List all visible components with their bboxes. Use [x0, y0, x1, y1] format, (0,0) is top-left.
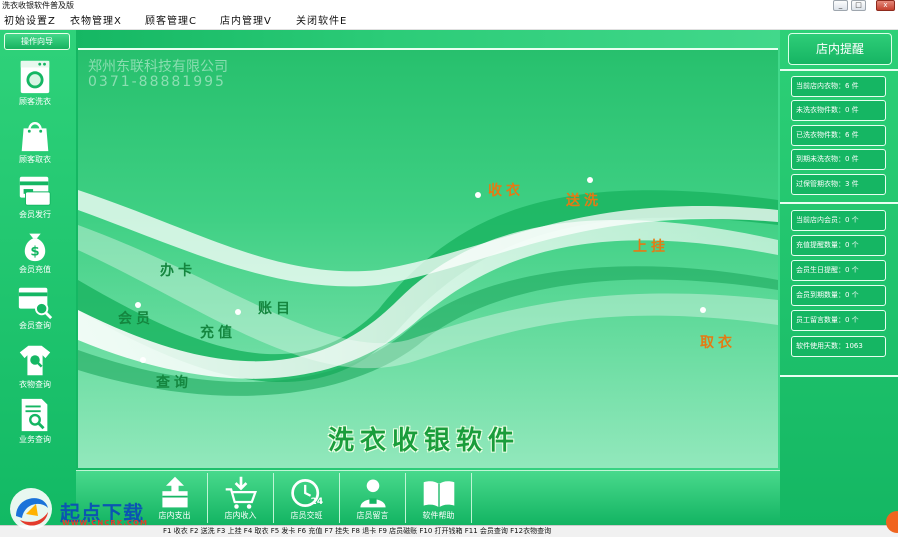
- restore-button[interactable]: □: [851, 0, 866, 11]
- stat-due-unwashed[interactable]: 到期未洗衣物：0 件: [791, 149, 886, 170]
- close-button[interactable]: x: [876, 0, 895, 11]
- clock-24-icon: 24: [290, 479, 323, 507]
- toolbar-label-staff-message: 店员留言: [356, 511, 389, 520]
- menu-customer-management[interactable]: 顾客管理C: [145, 14, 197, 29]
- panel-divider: [780, 375, 898, 377]
- wave-decoration: [78, 177, 778, 396]
- flow-label-member: 会员: [118, 311, 154, 327]
- stat-staff-messages[interactable]: 员工留言数量：0 个: [791, 310, 886, 331]
- operation-guide-button[interactable]: 操作向导: [4, 33, 70, 50]
- sidebar-item-customer-wash[interactable]: 顾客洗衣: [12, 58, 58, 110]
- flow-label-hang: 上挂: [633, 239, 669, 255]
- title-bar: 洗衣收银软件普及版 _ □ x: [0, 0, 898, 13]
- flow-label-receive: 收衣: [488, 183, 524, 199]
- minimize-button[interactable]: _: [833, 0, 848, 11]
- sidebar-item-member-issue[interactable]: 会员发行: [12, 171, 58, 223]
- main-area: 郑州东联科技有限公司 0371-88881995 办卡 会员 充值 账目 查询 …: [76, 30, 780, 470]
- toolbar-label-shift-handover: 店员交班: [290, 511, 323, 520]
- stat-washed-clothes[interactable]: 已洗衣物件数：6 件: [791, 125, 886, 146]
- panel-divider: [780, 202, 898, 204]
- stat-overdue-storage[interactable]: 过保管期衣物：3 件: [791, 174, 886, 195]
- cart-in-icon: [225, 476, 257, 509]
- toolbar-shift-handover[interactable]: 24 店员交班: [274, 473, 340, 523]
- sidebar-label-customer-pickup: 顾客取衣: [19, 155, 51, 164]
- box-out-icon: [161, 476, 188, 508]
- menu-bar: 初始设置Z 衣物管理X 顾客管理C 店内管理V 关闭软件E: [0, 13, 898, 30]
- sidebar-label-member-search: 会员查询: [19, 321, 51, 330]
- watermark-url: WWW.CNCRK.COM: [62, 519, 148, 527]
- svg-text:24: 24: [310, 497, 323, 507]
- flow-label-topup: 充值: [200, 325, 236, 341]
- shopping-bag-icon: [21, 121, 49, 152]
- menu-clothes-management[interactable]: 衣物管理X: [70, 14, 122, 29]
- company-name: 郑州东联科技有限公司: [88, 59, 228, 75]
- sidebar-item-customer-pickup[interactable]: 顾客取衣: [12, 116, 58, 168]
- washing-machine-icon: [20, 60, 50, 94]
- card-search-icon: [18, 287, 53, 320]
- menu-initial-settings[interactable]: 初始设置Z: [4, 14, 56, 29]
- sidebar-label-clothes-search: 衣物查询: [19, 380, 51, 389]
- sidebar-item-member-topup[interactable]: $ 会员充值: [12, 226, 58, 278]
- app-name-title: 洗衣收银软件: [328, 426, 521, 456]
- sidebar-label-customer-wash: 顾客洗衣: [19, 97, 51, 106]
- svg-text:$: $: [30, 244, 39, 259]
- toolbar-label-store-expense: 店内支出: [158, 511, 191, 520]
- toolbar-software-help[interactable]: 软件帮助: [406, 473, 472, 523]
- tshirt-search-icon: [19, 345, 51, 376]
- shortcut-keys: F1 收衣 F2 送洗 F3 上挂 F4 取衣 F5 发卡 F6 充值 F7 挂…: [163, 527, 552, 535]
- bottom-toolbar: 店内支出 店内收入 24 店员交班 店员留言 软件帮助: [76, 470, 780, 525]
- store-reminder-panel: 店内提醒 当前店内衣物：6 件 未洗衣物件数：0 件 已洗衣物件数：6 件 到期…: [780, 30, 898, 525]
- menu-close-software[interactable]: 关闭软件E: [296, 14, 347, 29]
- sidebar-item-member-search[interactable]: 会员查询: [12, 282, 58, 334]
- window-title: 洗衣收银软件普及版: [2, 1, 74, 10]
- money-bag-icon: $: [24, 233, 46, 262]
- sidebar-item-business-search[interactable]: 业务查询: [12, 396, 58, 448]
- flow-label-card: 办卡: [160, 263, 196, 279]
- stat-current-members[interactable]: 当前店内会员：0 个: [791, 210, 886, 231]
- sidebar-label-member-issue: 会员发行: [19, 210, 51, 219]
- toolbar-label-software-help: 软件帮助: [422, 511, 455, 520]
- menu-store-management[interactable]: 店内管理V: [220, 14, 272, 29]
- document-search-icon: [21, 398, 48, 432]
- sidebar-item-clothes-search[interactable]: 衣物查询: [12, 341, 58, 393]
- welcome-banner: 郑州东联科技有限公司 0371-88881995 办卡 会员 充值 账目 查询 …: [78, 48, 778, 468]
- left-sidebar: 操作向导 顾客洗衣 顾客取衣 会员发行 $ 会员充值 会员查询 衣物查询 业务查…: [0, 30, 76, 525]
- flow-label-send-wash: 送洗: [566, 193, 602, 209]
- stat-expired-members[interactable]: 会员到期数量：0 个: [791, 285, 886, 306]
- toolbar-store-expense[interactable]: 店内支出: [142, 473, 208, 523]
- panel-divider: [780, 69, 898, 71]
- person-message-icon: [359, 479, 386, 508]
- member-card-icon: [19, 176, 51, 206]
- sidebar-label-member-topup: 会员充值: [19, 265, 51, 274]
- cncrk-logo-icon: [10, 488, 52, 530]
- stat-days-used: 软件使用天数：1063: [791, 336, 886, 357]
- toolbar-staff-message[interactable]: 店员留言: [340, 473, 406, 523]
- flow-label-query: 查询: [156, 375, 192, 391]
- flow-label-accounts: 账目: [258, 301, 294, 317]
- store-reminder-title: 店内提醒: [788, 33, 892, 65]
- toolbar-label-store-income: 店内收入: [224, 511, 257, 520]
- stat-birthday-reminders[interactable]: 会员生日提醒：0 个: [791, 260, 886, 281]
- sidebar-label-business-search: 业务查询: [19, 435, 51, 444]
- flow-label-pickup: 取衣: [700, 335, 736, 351]
- stat-topup-reminders[interactable]: 充值提醒数量：0 个: [791, 235, 886, 256]
- toolbar-store-income[interactable]: 店内收入: [208, 473, 274, 523]
- stat-unwashed-clothes[interactable]: 未洗衣物件数：0 件: [791, 100, 886, 121]
- book-help-icon: [423, 481, 454, 508]
- stat-current-clothes[interactable]: 当前店内衣物：6 件: [791, 76, 886, 97]
- company-phone: 0371-88881995: [88, 74, 226, 90]
